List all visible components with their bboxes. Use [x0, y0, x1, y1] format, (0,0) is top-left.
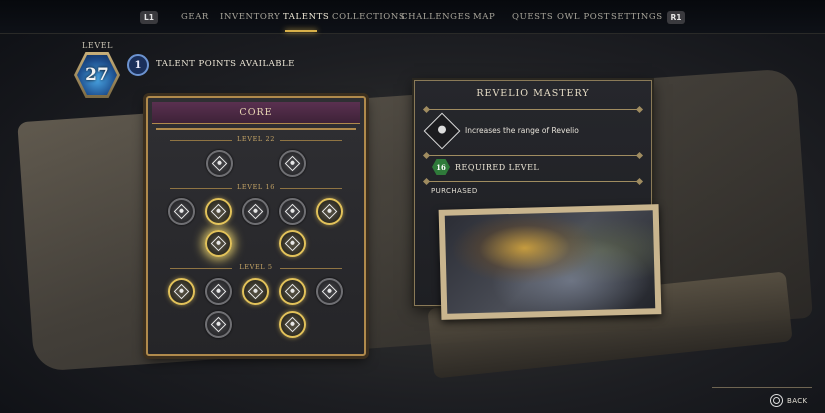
diamond-rune-icon — [284, 203, 301, 220]
talent-node-l16-4[interactable] — [279, 198, 306, 225]
diamond-rune-icon — [284, 235, 301, 252]
tab-settings[interactable]: SETTINGS — [611, 12, 663, 22]
detail-divider-bottom — [427, 181, 639, 182]
required-level-label: REQUIRED LEVEL — [455, 163, 540, 172]
tier-label-level-5: LEVEL 5 — [170, 263, 342, 273]
tier-label-level-22: LEVEL 22 — [170, 135, 342, 145]
talent-node-l5-5[interactable] — [316, 278, 343, 305]
diamond-rune-icon — [210, 316, 227, 333]
diamond-rune-icon — [173, 203, 190, 220]
talent-node-revelio-mastery[interactable] — [205, 230, 232, 257]
talent-points-count: 1 — [127, 54, 149, 76]
talent-node-l5-3[interactable] — [242, 278, 269, 305]
diamond-rune-icon — [211, 155, 228, 172]
talent-node-l16-7[interactable] — [279, 230, 306, 257]
back-button-label[interactable]: BACK — [787, 397, 808, 405]
level-label: LEVEL — [82, 41, 114, 50]
talent-points-label: TALENT POINTS AVAILABLE — [156, 59, 295, 69]
core-talent-panel: CORE LEVEL 22 LEVEL 16 LEVEL 5 — [146, 96, 366, 356]
tab-quests[interactable]: QUESTS — [512, 12, 553, 22]
tab-map[interactable]: MAP — [473, 12, 495, 22]
r1-button-hint[interactable]: R1 — [667, 11, 685, 24]
diamond-rune-icon — [247, 203, 264, 220]
talent-node-l16-3[interactable] — [242, 198, 269, 225]
circle-button-icon[interactable] — [770, 394, 783, 407]
detail-divider-middle — [427, 155, 639, 156]
top-navigation: L1 GEAR INVENTORY TALENTS COLLECTIONS CH… — [0, 0, 825, 34]
diamond-rune-icon — [247, 283, 264, 300]
talent-node-l5-1[interactable] — [168, 278, 195, 305]
tab-challenges[interactable]: CHALLENGES — [401, 12, 471, 22]
diamond-rune-icon — [321, 203, 338, 220]
diamond-rune-icon — [284, 155, 301, 172]
detail-divider-top — [427, 109, 639, 110]
tab-owl-post[interactable]: OWL POST — [557, 12, 610, 22]
revelio-scene-illustration — [444, 210, 656, 314]
talent-node-l16-1[interactable] — [168, 198, 195, 225]
talent-detail-title: REVELIO MASTERY — [476, 88, 590, 99]
talent-node-l5-2[interactable] — [205, 278, 232, 305]
talent-node-l16-2[interactable] — [205, 198, 232, 225]
talent-node-l5-7[interactable] — [279, 311, 306, 338]
talent-status: PURCHASED — [431, 187, 478, 195]
diamond-rune-icon — [173, 283, 190, 300]
talent-node-l22-1[interactable] — [206, 150, 233, 177]
diamond-rune-icon — [210, 203, 227, 220]
footer-divider — [712, 387, 812, 388]
tier-label-level-16: LEVEL 16 — [170, 183, 342, 193]
active-tab-indicator — [285, 30, 317, 32]
talent-description: Increases the range of Revelio — [465, 126, 579, 135]
diamond-rune-icon — [321, 283, 338, 300]
diamond-rune-icon — [284, 316, 301, 333]
revelio-eye-icon — [210, 235, 227, 252]
talent-node-l5-6[interactable] — [205, 311, 232, 338]
core-divider — [156, 128, 356, 130]
tab-talents[interactable]: TALENTS — [283, 12, 329, 22]
core-panel-title: CORE — [152, 102, 360, 124]
tab-collections[interactable]: COLLECTIONS — [332, 12, 405, 22]
tab-gear[interactable]: GEAR — [181, 12, 209, 22]
talent-preview-image — [438, 204, 662, 320]
l1-button-hint[interactable]: L1 — [140, 11, 158, 24]
diamond-rune-icon — [210, 283, 227, 300]
talent-node-l16-5[interactable] — [316, 198, 343, 225]
diamond-rune-icon — [284, 283, 301, 300]
talent-node-l22-2[interactable] — [279, 150, 306, 177]
tab-inventory[interactable]: INVENTORY — [220, 12, 280, 22]
talent-node-l5-4[interactable] — [279, 278, 306, 305]
